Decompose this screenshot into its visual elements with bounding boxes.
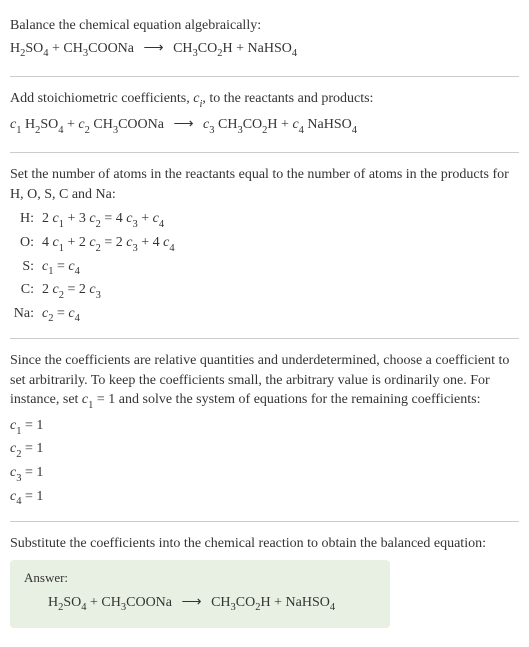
solve-intro: Since the coefficients are relative quan… — [10, 351, 519, 413]
eq-text: H + NaHSO — [261, 595, 330, 610]
atom-label: H: — [10, 208, 42, 232]
eq-sub: 4 — [58, 125, 63, 136]
atom-label: C: — [10, 279, 42, 303]
stoich-intro: Add stoichiometric coefficients, ci, to … — [10, 89, 519, 111]
stoich-equation: c1 H2SO4 + c2 CH3COONa ⟶ c3 CH3CO2H + c4… — [10, 114, 519, 139]
eq-sub: 2 — [262, 125, 267, 136]
var-sub: 2 — [85, 125, 90, 136]
intro-text: Add stoichiometric coefficients, — [10, 91, 193, 106]
eq-text: H — [21, 117, 35, 132]
eq-text: CH — [90, 117, 113, 132]
intro-text: , to the reactants and products: — [202, 91, 373, 106]
eq-sub: 2 — [58, 602, 63, 613]
answer-label: Answer: — [24, 570, 376, 586]
section-answer: Substitute the coefficients into the che… — [10, 526, 519, 636]
eq-text: COONa — [126, 595, 175, 610]
eq-text: CH — [208, 595, 231, 610]
eq-text: SO — [63, 595, 81, 610]
eq-sub: 4 — [352, 125, 357, 136]
eq-text: H — [48, 595, 58, 610]
section-solve: Since the coefficients are relative quan… — [10, 343, 519, 517]
coefficient-list: c1 = 1 c2 = 1 c3 = 1 c4 = 1 — [10, 415, 519, 509]
eq-text: COONa — [88, 41, 137, 56]
answer-intro: Substitute the coefficients into the che… — [10, 534, 519, 554]
eq-text: NaHSO — [304, 117, 352, 132]
eq-text: CO — [243, 117, 262, 132]
divider — [10, 76, 519, 77]
eq-text: SO — [40, 117, 58, 132]
eq-sub: 3 — [113, 125, 118, 136]
problem-equation: H2SO4 + CH3COONa ⟶ CH3CO2H + NaHSO4 — [10, 38, 519, 63]
arrow-icon: ⟶ — [144, 38, 164, 60]
eq-sub: 2 — [20, 48, 25, 59]
answer-box: Answer: H2SO4 + CH3COONa ⟶ CH3CO2H + NaH… — [10, 560, 390, 629]
atom-label: O: — [10, 232, 42, 256]
eq-sub: 4 — [330, 602, 335, 613]
eq-text: CH — [215, 117, 238, 132]
coeff-row: c2 = 1 — [10, 438, 519, 462]
atom-equations-table: H: 2 c1 + 3 c2 = 4 c3 + c4 O: 4 c1 + 2 c… — [10, 208, 519, 326]
divider — [10, 521, 519, 522]
eq-sub: 2 — [35, 125, 40, 136]
eq-sub: 4 — [43, 48, 48, 59]
eq-sub: 4 — [292, 48, 297, 59]
atoms-intro: Set the number of atoms in the reactants… — [10, 165, 519, 204]
eq-sub: 3 — [121, 602, 126, 613]
atom-equation: 4 c1 + 2 c2 = 2 c3 + 4 c4 — [42, 232, 519, 256]
eq-text: SO — [25, 41, 43, 56]
coeff-row: c1 = 1 — [10, 415, 519, 439]
var-sub: i — [199, 99, 202, 110]
atom-row: H: 2 c1 + 3 c2 = 4 c3 + c4 — [10, 208, 519, 232]
eq-text: H + NaHSO — [223, 41, 292, 56]
divider — [10, 152, 519, 153]
section-problem: Balance the chemical equation algebraica… — [10, 8, 519, 72]
atom-row: Na: c2 = c4 — [10, 303, 519, 327]
atom-equation: 2 c2 = 2 c3 — [42, 279, 519, 303]
eq-text: H + — [267, 117, 292, 132]
atom-label: Na: — [10, 303, 42, 327]
var-c: c — [292, 117, 298, 132]
eq-text: + — [64, 117, 79, 132]
coeff-row: c3 = 1 — [10, 462, 519, 486]
arrow-icon: ⟶ — [182, 592, 202, 614]
section-atoms: Set the number of atoms in the reactants… — [10, 157, 519, 334]
coeff-row: c4 = 1 — [10, 486, 519, 510]
eq-text: CH — [170, 41, 193, 56]
var-sub: 3 — [209, 125, 214, 136]
eq-sub: 3 — [237, 125, 242, 136]
var-sub: 1 — [16, 125, 21, 136]
var-sub: 4 — [299, 125, 304, 136]
eq-text: CO — [198, 41, 217, 56]
eq-text: CO — [236, 595, 255, 610]
atom-equation: c1 = c4 — [42, 256, 519, 280]
eq-sub: 3 — [231, 602, 236, 613]
answer-equation: H2SO4 + CH3COONa ⟶ CH3CO2H + NaHSO4 — [24, 592, 376, 617]
problem-intro: Balance the chemical equation algebraica… — [10, 16, 519, 36]
section-stoichiometric: Add stoichiometric coefficients, c i, to … — [10, 81, 519, 148]
atom-row: O: 4 c1 + 2 c2 = 2 c3 + 4 c4 — [10, 232, 519, 256]
arrow-icon: ⟶ — [173, 114, 193, 136]
var-sub: 1 — [88, 400, 93, 411]
atom-equation: c2 = c4 — [42, 303, 519, 327]
eq-sub: 3 — [193, 48, 198, 59]
atom-row: S: c1 = c4 — [10, 256, 519, 280]
eq-text: H — [10, 41, 20, 56]
eq-sub: 2 — [255, 602, 260, 613]
eq-text: + CH — [87, 595, 121, 610]
atom-row: C: 2 c2 = 2 c3 — [10, 279, 519, 303]
eq-text: + CH — [49, 41, 83, 56]
eq-text: COONa — [118, 117, 167, 132]
intro-text: = 1 and solve the system of equations fo… — [93, 392, 480, 407]
eq-sub: 2 — [217, 48, 222, 59]
eq-sub: 4 — [81, 602, 86, 613]
divider — [10, 338, 519, 339]
eq-sub: 3 — [83, 48, 88, 59]
var-c: c — [78, 117, 84, 132]
atom-label: S: — [10, 256, 42, 280]
atom-equation: 2 c1 + 3 c2 = 4 c3 + c4 — [42, 208, 519, 232]
